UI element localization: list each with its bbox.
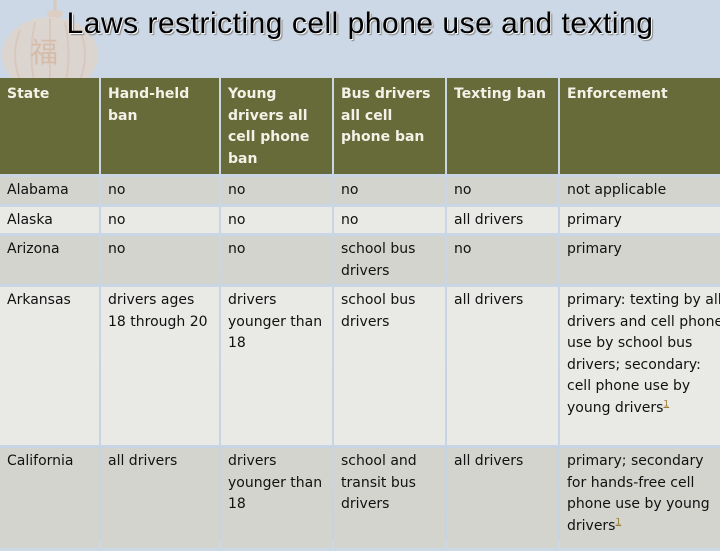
header-enforcement: Enforcement — [560, 78, 720, 174]
cell-bus: no — [334, 206, 445, 233]
table-row: California all drivers drivers younger t… — [0, 448, 720, 548]
cell-texting: no — [447, 236, 558, 284]
cell-enforcement: primary — [560, 236, 720, 284]
cell-phone-laws-table: State Hand-held ban Young drivers all ce… — [0, 75, 720, 551]
cell-enforcement: primary; secondary for hands-free cell p… — [560, 448, 720, 548]
cell-enforcement: primary: texting by all drivers and cell… — [560, 287, 720, 445]
cell-young: drivers younger than 18 — [221, 448, 332, 548]
cell-young: no — [221, 236, 332, 284]
cell-bus: no — [334, 177, 445, 204]
table-row: Alaska no no no all drivers primary — [0, 206, 720, 233]
table-row: Arkansas drivers ages 18 through 20 driv… — [0, 287, 720, 445]
cell-state: Arkansas — [0, 287, 99, 445]
cell-enforcement: primary — [560, 206, 720, 233]
cell-hand-held: no — [101, 206, 219, 233]
cell-hand-held: no — [101, 236, 219, 284]
table-row: Arizona no no school bus drivers no prim… — [0, 236, 720, 284]
cell-bus: school bus drivers — [334, 287, 445, 445]
enforcement-text: primary: texting by all drivers and cell… — [567, 292, 720, 416]
header-bus-drivers-ban: Bus drivers all cell phone ban — [334, 78, 445, 174]
cell-young: drivers younger than 18 — [221, 287, 332, 445]
cell-texting: no — [447, 177, 558, 204]
footnote-link[interactable]: 1 — [663, 399, 669, 409]
header-texting-ban: Texting ban — [447, 78, 558, 174]
cell-young: no — [221, 206, 332, 233]
slide-title: Laws restricting cell phone use and text… — [66, 7, 654, 40]
cell-hand-held: drivers ages 18 through 20 — [101, 287, 219, 445]
header-state: State — [0, 78, 99, 174]
cell-texting: all drivers — [447, 287, 558, 445]
svg-text:福: 福 — [30, 36, 58, 69]
cell-state: Alaska — [0, 206, 99, 233]
footnote-link[interactable]: 1 — [615, 517, 621, 527]
cell-hand-held: no — [101, 177, 219, 204]
cell-state: Alabama — [0, 177, 99, 204]
cell-young: no — [221, 177, 332, 204]
cell-bus: school and transit bus drivers — [334, 448, 445, 548]
cell-state: Arizona — [0, 236, 99, 284]
cell-enforcement: not applicable — [560, 177, 720, 204]
cell-hand-held: all drivers — [101, 448, 219, 548]
header-hand-held-ban: Hand-held ban — [101, 78, 219, 174]
cell-state: California — [0, 448, 99, 548]
cell-texting: all drivers — [447, 448, 558, 548]
header-young-drivers-ban: Young drivers all cell phone ban — [221, 78, 332, 174]
table-header-row: State Hand-held ban Young drivers all ce… — [0, 78, 720, 174]
cell-texting: all drivers — [447, 206, 558, 233]
cell-bus: school bus drivers — [334, 236, 445, 284]
table-row: Alabama no no no no not applicable — [0, 177, 720, 204]
enforcement-text: primary; secondary for hands-free cell p… — [567, 453, 710, 534]
